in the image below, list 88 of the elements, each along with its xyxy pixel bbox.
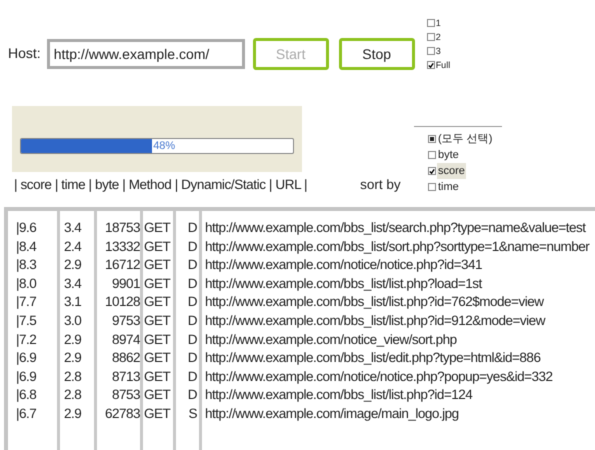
table-cell-text: |8.4 (16, 238, 38, 256)
url-cell-text: http://www.example.com/notice/notice.php?id=341 (204, 256, 482, 274)
table-cell-text: GET (143, 386, 172, 404)
checkbox[interactable] (426, 61, 435, 69)
url-cell-text: http://www.example.com/bbs_list/search.php?type=name&value=test (204, 219, 586, 237)
table-cell-text: GET (143, 274, 172, 293)
host-field[interactable]: http://www.example.com/ (46, 39, 245, 69)
table-cell-text: 16712 (104, 256, 141, 274)
table-cell-text: D (186, 312, 198, 330)
checkbox[interactable] (426, 47, 435, 55)
table-cell-text: 3.0 (63, 312, 82, 330)
table-cell-text: D (186, 238, 198, 256)
table-cell-text: 3.4 (63, 274, 82, 293)
table-cell-text: D (186, 293, 198, 312)
checkbox[interactable] (428, 183, 436, 191)
table-cell-text: |7.5 (16, 312, 38, 330)
table-cell-text: |6.9 (16, 349, 38, 368)
checkbox-label: 3 (436, 45, 441, 58)
sort-option[interactable]: score (437, 163, 466, 179)
url-cell-text: http://www.example.com/notice_view/sort.php (204, 330, 457, 349)
table-cell-text: D (186, 386, 198, 404)
sort-option[interactable]: (모두 선택) (437, 131, 494, 147)
url-cell-text: http://www.example.com/image/main_logo.jpg (204, 404, 459, 423)
table-cell-text: S (187, 404, 198, 423)
table-cell-text: D (186, 368, 198, 386)
table-cell-text: 8974 (110, 330, 141, 349)
table-cell-text: 8713 (110, 368, 141, 386)
table-cell-text: 8753 (110, 386, 141, 404)
table-cell-text: |6.7 (16, 404, 38, 423)
table-cell-text: D (186, 219, 198, 237)
progress-text: 48% (153, 139, 176, 153)
table-cell-text: 9901 (110, 274, 141, 293)
checkbox[interactable] (426, 33, 435, 41)
checkbox[interactable] (426, 19, 435, 27)
table-cell-text: 13332 (104, 238, 141, 256)
host-label: Host: (8, 44, 41, 63)
url-cell-text: http://www.example.com/bbs_list/sort.php?sorttype=1&name=number (204, 238, 590, 256)
checkbox[interactable] (428, 151, 436, 159)
table-cell-text: GET (143, 312, 172, 330)
table-cell-text: GET (143, 238, 172, 256)
checkbox-label: Full (436, 59, 450, 72)
table-cell-text: 2.9 (63, 349, 82, 368)
table-cell-text: D (186, 330, 198, 349)
table-cell-text: GET (143, 349, 172, 368)
url-cell-text: http://www.example.com/bbs_list/edit.php?type=html&id=886 (204, 349, 540, 368)
stop-button[interactable]: Stop (338, 38, 415, 70)
url-cell-text: http://www.example.com/bbs_list/list.php?load=1st (204, 274, 482, 293)
table-cell-text: GET (143, 330, 172, 349)
table-cell-text: GET (143, 256, 172, 274)
checkbox[interactable] (428, 167, 436, 175)
table-cell-text: GET (143, 404, 172, 423)
table-cell-text: GET (143, 219, 172, 237)
url-cell-text: http://www.example.com/bbs_list/list.php?id=124 (204, 386, 472, 404)
table-cell-text: 2.8 (63, 368, 82, 386)
table-cell-text: 2.9 (63, 330, 82, 349)
table-cell-text: 2.9 (63, 404, 82, 423)
checkbox[interactable] (428, 135, 436, 143)
table-cell-text: 9753 (110, 312, 141, 330)
column-header: | score | time | byte | Method | Dynamic/Static | URL | (14, 176, 308, 194)
url-cell-text: http://www.example.com/bbs_list/list.php?id=912&mode=view (204, 312, 545, 330)
table-cell-text: |6.9 (16, 368, 38, 386)
table-cell-text: D (186, 274, 198, 293)
table-cell-text: |9.6 (16, 219, 38, 237)
sort-option[interactable]: time (437, 179, 460, 195)
checkbox-label: 1 (436, 17, 441, 30)
sort-label: sort by (360, 176, 401, 194)
table-cell-text: |7.7 (16, 293, 38, 312)
url-cell-text: http://www.example.com/notice/notice.php?popup=yes&id=332 (204, 368, 552, 386)
table-cell-text: 10128 (104, 293, 141, 312)
table-cell-text: |8.0 (16, 274, 38, 293)
table-cell-text: |6.8 (16, 386, 38, 404)
table-cell-text: 18753 (104, 219, 141, 237)
table-cell-text: GET (143, 368, 172, 386)
table-cell-text: 3.4 (63, 219, 82, 237)
table-cell-text: GET (143, 293, 172, 312)
table-cell-text: D (186, 256, 198, 274)
url-cell-text: http://www.example.com/bbs_list/list.php?id=762$mode=view (204, 293, 544, 312)
table-cell-text: 2.9 (63, 256, 82, 274)
table-cell-text: 2.4 (63, 238, 82, 256)
table-cell-text: 3.1 (63, 293, 82, 312)
table-cell-text: D (186, 349, 198, 368)
checkbox-label: 2 (436, 31, 441, 44)
sort-option[interactable]: byte (437, 147, 460, 163)
table-cell-text: 62783 (104, 404, 141, 423)
table-cell-text: 8862 (110, 349, 141, 368)
table-cell-text: |8.3 (16, 256, 38, 274)
table-cell-text: 2.8 (63, 386, 82, 404)
table-cell-text: |7.2 (16, 330, 38, 349)
